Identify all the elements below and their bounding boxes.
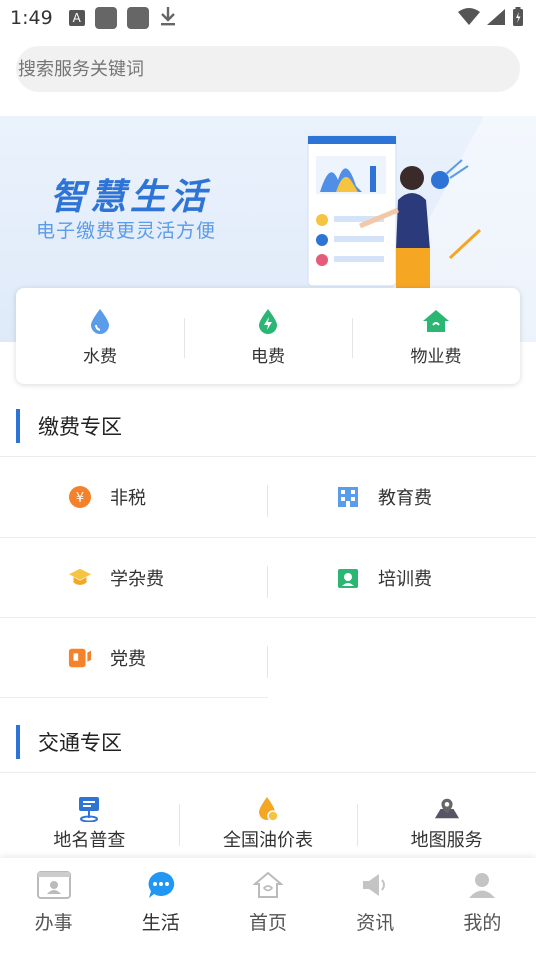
nav-label: 生活 [141, 912, 180, 934]
traffic-row: 地名普查 全国油价表 地图服务 [0, 786, 536, 856]
house-icon [421, 306, 451, 336]
building-icon [336, 485, 360, 509]
home-icon [251, 870, 285, 900]
app-notification-icon [94, 7, 117, 29]
electricity-icon [253, 306, 283, 336]
fee-item-tuition[interactable]: 学杂费 [0, 538, 268, 618]
nav-item-home[interactable]: 首页 [214, 858, 321, 954]
fee-label: 党费 [110, 649, 146, 670]
traffic-label: 地图服务 [410, 830, 483, 851]
utility-label: 电费 [251, 346, 285, 367]
id-card-icon [36, 870, 71, 900]
graduation-cap-icon [68, 566, 92, 590]
signal-icon [486, 8, 506, 30]
battery-icon [512, 7, 524, 31]
fee-row: ¥ 非税 教育费 [0, 457, 536, 537]
party-flag-icon [68, 646, 92, 670]
nav-label: 资讯 [356, 912, 395, 934]
place-survey-icon [76, 796, 102, 822]
nav-item-life[interactable]: 生活 [107, 858, 214, 954]
nav-item-mine[interactable]: 我的 [429, 858, 536, 954]
yen-icon: ¥ [68, 485, 92, 509]
training-icon [336, 566, 360, 590]
chat-bubble-icon [144, 870, 178, 900]
search-bar[interactable] [16, 46, 520, 92]
download-icon [159, 5, 177, 31]
fee-item-training[interactable]: 培训费 [268, 538, 536, 618]
water-drop-icon [85, 306, 115, 336]
section-accent-bar [16, 725, 20, 759]
user-icon [465, 870, 499, 900]
utility-electricity[interactable]: 电费 [184, 288, 352, 384]
utility-property[interactable]: 物业费 [352, 288, 520, 384]
fee-item-nontax[interactable]: ¥ 非税 [0, 457, 268, 537]
utility-label: 水费 [83, 346, 117, 367]
banner-title: 智慧生活 [50, 177, 211, 218]
traffic-item-oil-price[interactable]: 全国油价表 [178, 786, 358, 856]
bottom-navigation: 办事 生活 首页 资讯 我的 [0, 858, 536, 954]
payment-section-header: 缴费专区 [0, 406, 536, 446]
nav-item-affairs[interactable]: 办事 [0, 858, 107, 954]
wifi-icon [458, 8, 480, 30]
megaphone-icon [358, 870, 392, 900]
fee-row: 党费 [0, 618, 536, 698]
nav-label: 办事 [34, 912, 73, 934]
fee-label: 教育费 [378, 488, 432, 509]
utility-card: 水费 电费 物业费 [16, 288, 520, 384]
app-notification-icon-2 [126, 7, 149, 29]
nav-label: 首页 [249, 912, 288, 934]
traffic-item-map-service[interactable]: 地图服务 [357, 786, 536, 856]
map-pin-icon [434, 796, 460, 822]
divider [0, 772, 536, 773]
traffic-label: 地名普查 [53, 830, 126, 851]
divider [0, 697, 268, 698]
a-notification-icon: A [68, 10, 85, 26]
nav-item-news[interactable]: 资讯 [322, 858, 429, 954]
fee-label: 培训费 [378, 569, 432, 590]
svg-text:¥: ¥ [76, 491, 84, 506]
nav-label: 我的 [463, 912, 502, 934]
status-time: 1:49 [10, 7, 53, 29]
fee-label: 学杂费 [110, 569, 164, 590]
traffic-label: 全国油价表 [223, 830, 313, 851]
fee-item-party[interactable]: 党费 [0, 618, 268, 698]
section-title: 缴费专区 [38, 415, 122, 439]
utility-water[interactable]: 水费 [16, 288, 184, 384]
traffic-item-place-survey[interactable]: 地名普查 [0, 786, 179, 856]
section-accent-bar [16, 409, 20, 443]
status-bar: 1:49 A [0, 0, 536, 36]
fee-item-education[interactable]: 教育费 [268, 457, 536, 537]
banner-illustration [307, 135, 482, 288]
search-input[interactable] [18, 58, 520, 80]
oil-drop-icon [255, 796, 281, 822]
banner-subtitle: 电子缴费更灵活方便 [36, 220, 217, 242]
section-title: 交通专区 [38, 731, 122, 755]
utility-label: 物业费 [410, 346, 462, 367]
fee-label: 非税 [110, 488, 146, 509]
traffic-section-header: 交通专区 [0, 722, 536, 762]
fee-row: 学杂费 培训费 [0, 538, 536, 618]
